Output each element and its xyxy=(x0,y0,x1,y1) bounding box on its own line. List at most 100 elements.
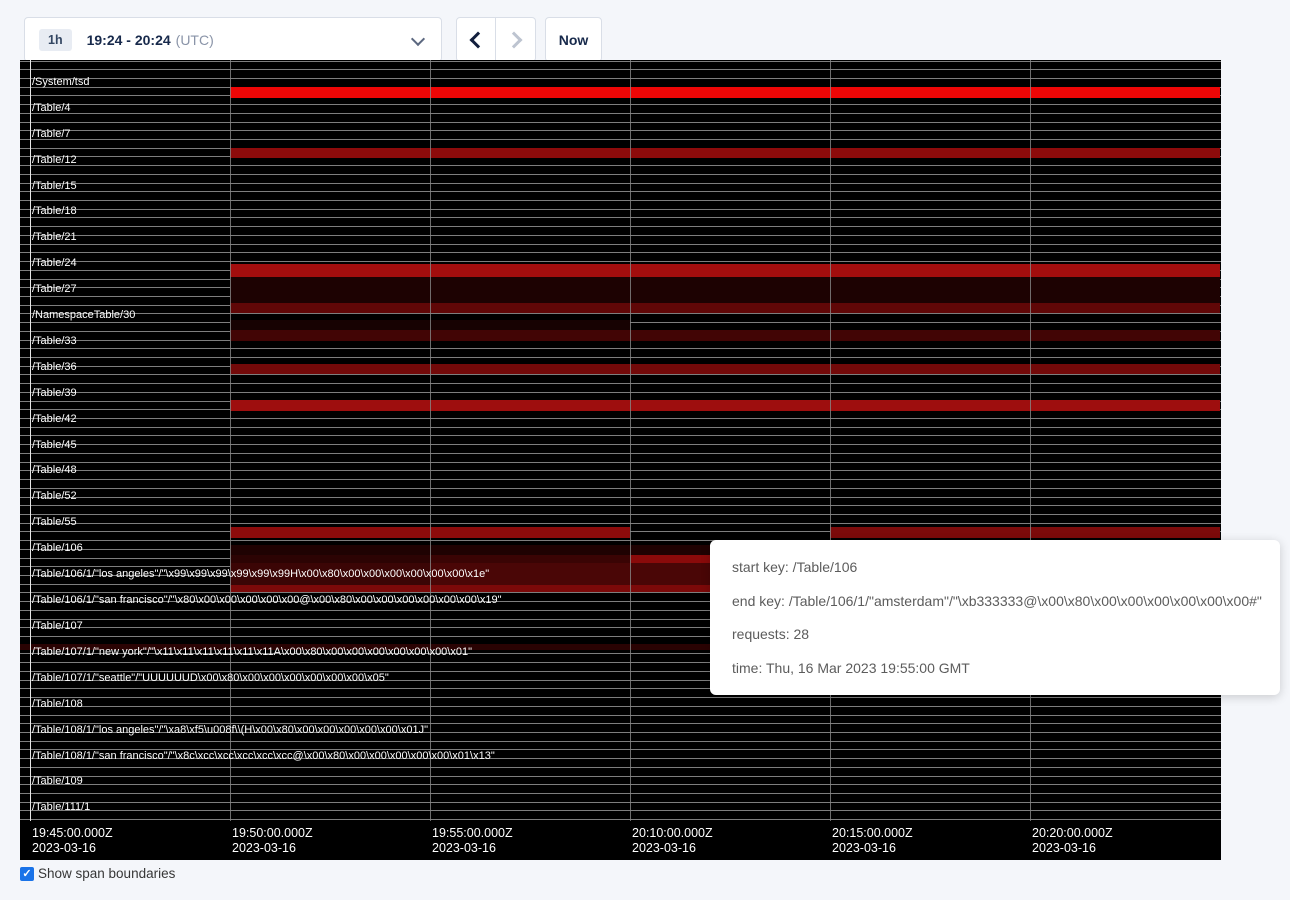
grid-hline xyxy=(20,113,1221,114)
row-label: /Table/107/1/"seattle"/"UUUUUUD\x00\x80\… xyxy=(32,672,389,685)
row-label: /Table/107 xyxy=(32,620,83,633)
row-label: /Table/42 xyxy=(32,413,77,426)
row-label: /NamespaceTable/30 xyxy=(32,309,135,322)
heat-band xyxy=(230,87,1220,98)
grid-hline xyxy=(20,165,1221,166)
axis-tick-date: 2023-03-16 xyxy=(632,841,713,856)
axis-tick-date: 2023-03-16 xyxy=(32,841,113,856)
heat-band xyxy=(230,330,1220,341)
grid-hline xyxy=(20,78,1221,79)
grid-hline xyxy=(20,244,1221,245)
grid-hline xyxy=(20,470,1221,471)
tooltip-time: time: Thu, 16 Mar 2023 19:55:00 GMT xyxy=(732,658,1266,678)
row-label: /Table/108/1/"los angeles"/"\xa8\xf5\u00… xyxy=(32,724,428,737)
time-range-selector[interactable]: 1h 19:24 - 20:24 (UTC) xyxy=(24,17,442,62)
next-time-button[interactable] xyxy=(496,17,536,62)
grid-hline xyxy=(20,217,1221,218)
row-label: /Table/39 xyxy=(32,387,77,400)
grid-hline xyxy=(20,810,1221,811)
grid-hline xyxy=(20,104,1221,105)
row-label: /System/tsd xyxy=(32,76,89,89)
grid-hline xyxy=(20,226,1221,227)
tooltip-requests: requests: 28 xyxy=(732,624,1266,644)
axis-tick: 19:50:00.000Z2023-03-16 xyxy=(232,826,313,856)
axis-tick: 20:20:00.000Z2023-03-16 xyxy=(1032,826,1113,856)
heat-band xyxy=(230,555,430,563)
grid-hline xyxy=(20,252,1221,253)
grid-hline xyxy=(20,69,1221,70)
row-label: /Table/7 xyxy=(32,128,71,141)
axis-tick: 19:45:00.000Z2023-03-16 xyxy=(32,826,113,856)
prev-time-button[interactable] xyxy=(456,17,496,62)
grid-hline xyxy=(20,392,1221,393)
chevron-left-icon xyxy=(470,31,487,48)
grid-hline xyxy=(20,235,1221,236)
grid-hline xyxy=(20,453,1221,454)
grid-hline xyxy=(20,697,1221,698)
row-label: /Table/106/1/"los angeles"/"\x99\x99\x99… xyxy=(32,568,489,581)
axis-tick: 19:55:00.000Z2023-03-16 xyxy=(432,826,513,856)
row-label: /Table/33 xyxy=(32,335,77,348)
row-label: /Table/18 xyxy=(32,205,77,218)
chevron-down-icon xyxy=(411,32,425,46)
grid-hline xyxy=(20,435,1221,436)
axis-tick-time: 19:55:00.000Z xyxy=(432,826,513,841)
row-label: /Table/4 xyxy=(32,102,71,115)
row-label: /Table/109 xyxy=(32,775,83,788)
grid-hline xyxy=(20,383,1221,384)
grid-hline xyxy=(20,191,1221,192)
grid-hline xyxy=(20,200,1221,201)
grid-hline xyxy=(20,479,1221,480)
axis-tick-time: 19:45:00.000Z xyxy=(32,826,113,841)
tooltip-start-key: start key: /Table/106 xyxy=(732,557,1266,577)
grid-vline xyxy=(830,60,831,821)
heat-band xyxy=(230,585,710,592)
grid-hline xyxy=(20,497,1221,498)
heat-band xyxy=(230,364,1220,374)
grid-hline xyxy=(20,348,1221,349)
grid-hline xyxy=(20,183,1221,184)
grid-hline xyxy=(20,462,1221,463)
axis-tick: 20:15:00.000Z2023-03-16 xyxy=(832,826,913,856)
grid-hline xyxy=(20,741,1221,742)
row-label: /Table/21 xyxy=(32,231,77,244)
grid-hline xyxy=(20,767,1221,768)
axis-tick-date: 2023-03-16 xyxy=(832,841,913,856)
grid-hline xyxy=(20,313,1221,314)
grid-hline xyxy=(20,776,1221,777)
time-range-label: 19:24 - 20:24 xyxy=(87,32,171,48)
row-label: /Table/24 xyxy=(32,257,77,270)
grid-hline xyxy=(20,61,1221,62)
axis-tick-time: 20:10:00.000Z xyxy=(632,826,713,841)
grid-vline xyxy=(430,60,431,821)
row-label: /Table/111/1 xyxy=(32,801,90,814)
axis-tick-date: 2023-03-16 xyxy=(1032,841,1113,856)
row-label: /Table/108 xyxy=(32,698,83,711)
grid-hline xyxy=(20,488,1221,489)
heat-band xyxy=(230,264,1220,277)
row-label: /Table/48 xyxy=(32,464,77,477)
axis-tick-date: 2023-03-16 xyxy=(232,841,313,856)
axis-tick-time: 20:20:00.000Z xyxy=(1032,826,1113,841)
duration-badge: 1h xyxy=(39,29,72,51)
grid-hline xyxy=(20,514,1221,515)
grid-hline xyxy=(20,130,1221,131)
grid-left-boundary xyxy=(30,60,31,821)
row-label: /Table/52 xyxy=(32,490,77,503)
row-label: /Table/108/1/"san francisco"/"\x8c\xcc\x… xyxy=(32,750,495,763)
now-button[interactable]: Now xyxy=(545,17,602,62)
span-boundaries-checkbox[interactable]: ✓ xyxy=(20,867,34,881)
grid-hline xyxy=(20,427,1221,428)
grid-vline xyxy=(630,60,631,821)
chevron-right-icon xyxy=(505,31,522,48)
heat-band xyxy=(630,555,710,563)
axis-tick-time: 19:50:00.000Z xyxy=(232,826,313,841)
grid-vline xyxy=(1030,60,1031,821)
row-label: /Table/15 xyxy=(32,180,77,193)
grid-hline xyxy=(20,793,1221,794)
grid-hline xyxy=(20,706,1221,707)
heatmap-tooltip: start key: /Table/106 end key: /Table/10… xyxy=(710,540,1280,695)
key-visualizer-canvas[interactable]: /System/tsd/Table/4/Table/7/Table/12/Tab… xyxy=(20,60,1221,860)
row-label: /Table/106 xyxy=(32,542,83,555)
row-label: /Table/45 xyxy=(32,439,77,452)
